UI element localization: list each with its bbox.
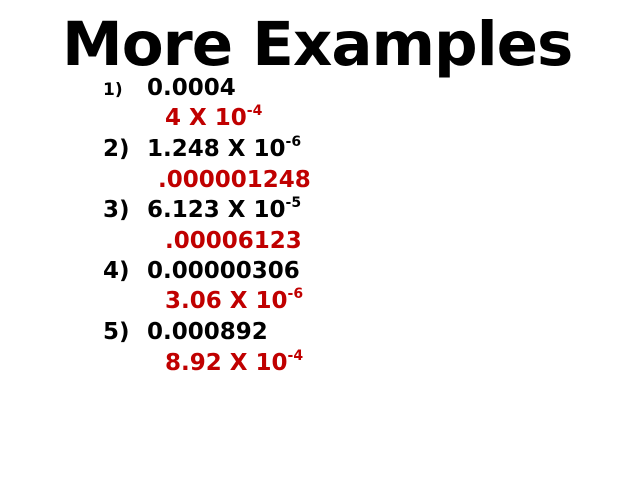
example-5-question: 5) 0.000892	[103, 317, 268, 347]
example-3-answer-base: .00006123	[165, 228, 302, 254]
example-1-answer-base: 4 X 10	[165, 105, 247, 131]
example-4-question: 4) 0.00000306	[103, 256, 300, 286]
example-2-number: 2)	[103, 136, 130, 162]
example-2-answer-base: .000001248	[158, 167, 311, 193]
example-1-answer: 4 X 10-4	[165, 103, 262, 133]
example-3-answer: .00006123	[165, 226, 302, 256]
example-2-question: 2) 1.248 X 10-6	[103, 134, 301, 164]
example-5-question-base: 0.000892	[147, 319, 268, 345]
example-5-answer-base: 8.92 X 10	[165, 350, 288, 376]
example-1-answer-exponent: -4	[246, 103, 263, 120]
example-4-question-base: 0.00000306	[147, 258, 300, 284]
example-5-number: 5)	[103, 319, 130, 345]
example-5-answer: 8.92 X 10-4	[165, 348, 303, 378]
example-2-question-base: 1.248 X 10	[147, 136, 286, 162]
example-1-question-base: 0.0004	[147, 75, 236, 101]
example-2-answer: .000001248	[158, 165, 311, 195]
example-3-question-base: 6.123 X 10	[147, 197, 286, 223]
example-5-answer-exponent: -4	[287, 348, 304, 365]
example-1-number: 1)	[103, 80, 123, 100]
example-4-number: 4)	[103, 258, 130, 284]
example-4-answer: 3.06 X 10-6	[165, 286, 303, 316]
example-3-number: 3)	[103, 197, 130, 223]
example-3-question: 3) 6.123 X 10-5	[103, 195, 301, 225]
example-3-question-exponent: -5	[285, 195, 302, 212]
example-1-question: 1) 0.0004	[103, 73, 236, 105]
example-4-answer-exponent: -6	[287, 286, 304, 303]
example-2-question-exponent: -6	[285, 134, 302, 151]
example-4-answer-base: 3.06 X 10	[165, 288, 288, 314]
